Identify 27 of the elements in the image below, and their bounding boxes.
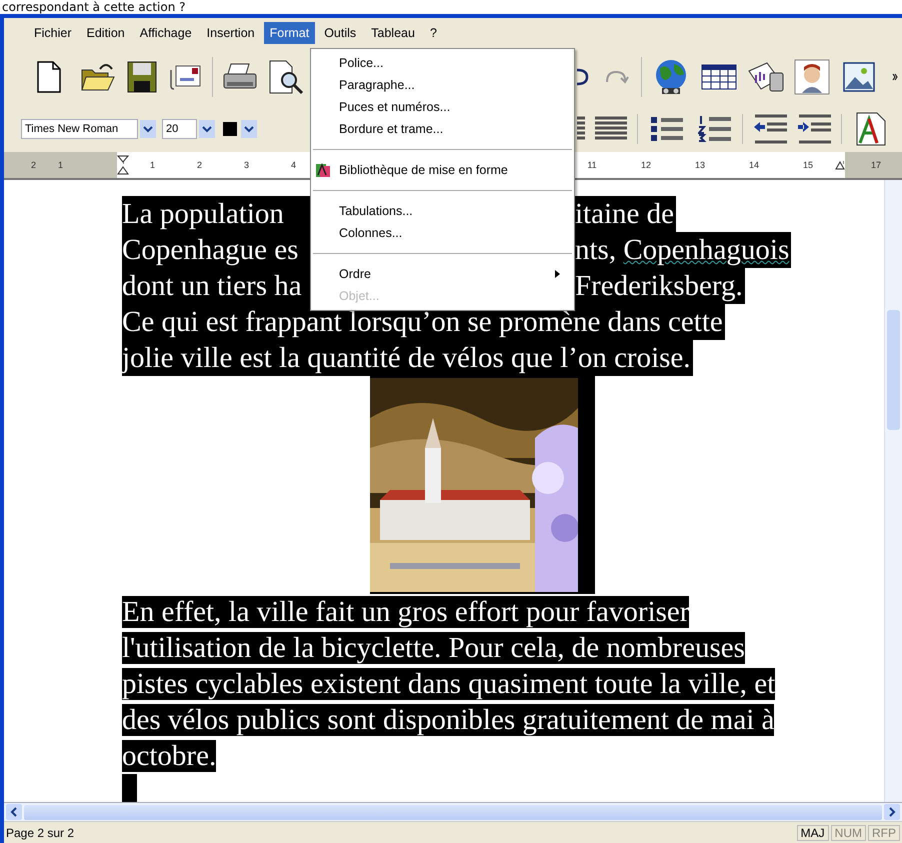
font-size-field[interactable]: 20: [162, 119, 197, 139]
menu-option[interactable]: Police...: [311, 52, 574, 74]
ruler-number: 17: [870, 160, 882, 170]
menu-option[interactable]: Tabulations...: [311, 200, 574, 222]
menu-option[interactable]: Puces et numéros...: [311, 96, 574, 118]
ruler-number: 13: [673, 160, 727, 170]
ruler-number: 2: [30, 160, 38, 170]
menu-option[interactable]: Paragraphe...: [311, 74, 574, 96]
menu-item[interactable]: Outils: [318, 22, 362, 44]
status-indicator: MAJ: [796, 824, 829, 840]
status-indicator: RFP: [868, 824, 900, 840]
menu-item[interactable]: Edition: [80, 22, 131, 44]
ruler-number: 1: [57, 160, 64, 170]
menu-item[interactable]: Tableau: [365, 22, 421, 44]
menu-item[interactable]: Fichier: [28, 22, 78, 44]
page-indicator: Page 2 sur 2: [5, 826, 76, 840]
font-field[interactable]: Times New Roman: [21, 119, 138, 139]
menu-item[interactable]: Format: [264, 22, 316, 44]
menu-option-label: Ordre: [339, 267, 372, 281]
paragraph-text: En effet, la ville fait un gros effort pour favoriser l'utilisation de la bicyclette. Pour cela, de nombreuses pistes cyclables existent dans quasiment toute la ville, et des vélos publics sont disponibles gratuitement de mai à octobre.: [122, 595, 776, 774]
caption-text: correspondant à cette action ?: [1, 0, 187, 14]
menu-option-label: Bibliothèque de mise en forme: [339, 163, 508, 177]
menu-item[interactable]: ?: [424, 22, 443, 44]
menu-item[interactable]: Insertion: [200, 22, 261, 44]
menu-option[interactable]: Bordure et trame...: [311, 118, 574, 140]
menu-item[interactable]: Affichage: [134, 22, 198, 44]
status-indicator: NUM: [830, 824, 866, 840]
